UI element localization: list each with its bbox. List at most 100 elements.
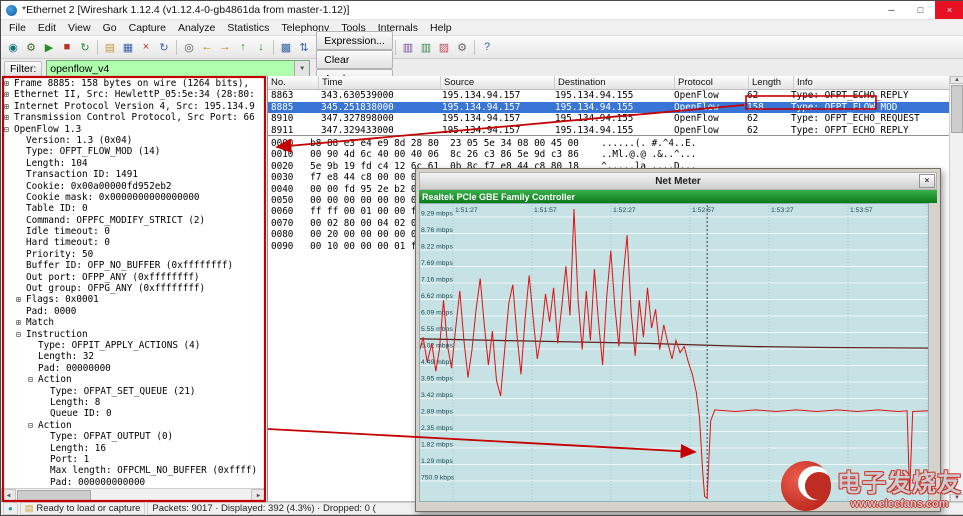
tree-node[interactable]: Max length: OFPCML_NO_BUFFER (0xffff)	[1, 465, 267, 476]
tree-node[interactable]: Priority: 50	[1, 249, 267, 260]
filter-dropdown-arrow[interactable]: ▼	[294, 61, 309, 77]
tree-node[interactable]: Out group: OFPG_ANY (0xffffffff)	[1, 283, 267, 294]
find-packet-icon[interactable]: ◎	[180, 38, 198, 56]
tree-node[interactable]: Queue ID: 0	[1, 408, 267, 419]
preferences-icon[interactable]: ⚙	[453, 38, 471, 56]
tree-node[interactable]: ⊞Transmission Control Protocol, Src Port…	[1, 112, 267, 123]
expander-icon[interactable]: ⊞	[4, 78, 14, 89]
expander-icon[interactable]: ⊟	[28, 420, 38, 431]
tree-node[interactable]: ⊟Instruction	[1, 329, 267, 340]
tree-node[interactable]: Length: 104	[1, 158, 267, 169]
tree-node[interactable]: Type: OFPAT_SET_QUEUE (21)	[1, 386, 267, 397]
tree-node[interactable]: ⊟Action	[1, 374, 267, 385]
capture-options-icon[interactable]: ⚙	[22, 38, 40, 56]
menu-statistics[interactable]: Statistics	[221, 20, 275, 35]
tree-node[interactable]: Out port: OFPP_ANY (0xffffffff)	[1, 272, 267, 283]
scroll-up-arrow[interactable]: ▲	[950, 76, 963, 84]
tree-node[interactable]: ⊞Internet Protocol Version 4, Src: 195.1…	[1, 101, 267, 112]
tree-node[interactable]: Idle timeout: 0	[1, 226, 267, 237]
go-top-icon[interactable]: ↑	[234, 38, 252, 56]
help-icon[interactable]: ?	[478, 38, 496, 56]
tree-node[interactable]: Pad: 000000000000	[1, 477, 267, 488]
tree-node[interactable]: ⊞Match	[1, 317, 267, 328]
column-header-destination[interactable]: Destination	[555, 76, 675, 89]
go-bottom-icon[interactable]: ↓	[252, 38, 270, 56]
tree-node[interactable]: Pad: 0000	[1, 306, 267, 317]
column-header-time[interactable]: Time	[319, 76, 441, 89]
menu-edit[interactable]: Edit	[32, 20, 62, 35]
clear-button[interactable]: Clear	[316, 50, 393, 69]
tree-node[interactable]: Cookie: 0x00a00000fd952eb2	[1, 181, 267, 192]
tree-node[interactable]: Transaction ID: 1491	[1, 169, 267, 180]
column-header-length[interactable]: Length	[749, 76, 794, 89]
vscroll-thumb[interactable]	[951, 85, 963, 133]
tree-node[interactable]: ⊟OpenFlow 1.3	[1, 124, 267, 135]
autoscroll-icon[interactable]: ⇅	[295, 38, 313, 56]
tree-node[interactable]: Hard timeout: 0	[1, 237, 267, 248]
hex-row[interactable]: 0010 00 90 4d 6c 40 00 40 06 8c 26 c3 86…	[271, 149, 950, 160]
filter-label[interactable]: Filter:	[4, 61, 42, 77]
save-capture-icon[interactable]: ▦	[119, 38, 137, 56]
menu-help[interactable]: Help	[424, 20, 458, 35]
tree-node[interactable]: Cookie mask: 0x0000000000000000	[1, 192, 267, 203]
expander-icon[interactable]: ⊟	[28, 374, 38, 385]
go-back-icon[interactable]: ←	[198, 38, 216, 56]
tree-node[interactable]: Type: OFPIT_APPLY_ACTIONS (4)	[1, 340, 267, 351]
coloring-rules-icon[interactable]: ▨	[435, 38, 453, 56]
packet-list-vscrollbar[interactable]: ▲ ▼	[949, 76, 963, 502]
capture-restart-icon[interactable]: ↻	[76, 38, 94, 56]
tree-node[interactable]: Port: 1	[1, 454, 267, 465]
expression-button[interactable]: Expression...	[316, 31, 393, 50]
capture-start-icon[interactable]: ▶	[40, 38, 58, 56]
tree-node[interactable]: Length: 16	[1, 443, 267, 454]
column-header-source[interactable]: Source	[441, 76, 555, 89]
colorize-icon[interactable]: ▩	[277, 38, 295, 56]
tree-node[interactable]: ⊞Ethernet II, Src: HewlettP_05:5e:34 (28…	[1, 89, 267, 100]
reload-capture-icon[interactable]: ↻	[155, 38, 173, 56]
tree-node[interactable]: Pad: 00000000	[1, 363, 267, 374]
hscroll-thumb[interactable]	[17, 490, 91, 501]
close-capture-icon[interactable]: ×	[137, 38, 155, 56]
expander-icon[interactable]: ⊞	[16, 294, 26, 305]
list-interfaces-icon[interactable]: ◉	[4, 38, 22, 56]
menu-file[interactable]: File	[3, 20, 32, 35]
packet-row-8863[interactable]: 8863343.630539000195.134.94.157195.134.9…	[268, 90, 950, 102]
tree-node[interactable]: ⊞Flags: 0x0001	[1, 294, 267, 305]
go-forward-icon[interactable]: →	[216, 38, 234, 56]
tree-node[interactable]: Version: 1.3 (0x04)	[1, 135, 267, 146]
tree-node[interactable]: Table ID: 0	[1, 203, 267, 214]
tree-node[interactable]: Type: OFPAT_OUTPUT (0)	[1, 431, 267, 442]
column-header-no[interactable]: No.	[268, 76, 319, 89]
menu-capture[interactable]: Capture	[123, 20, 172, 35]
open-capture-icon[interactable]: ▤	[101, 38, 119, 56]
tree-node[interactable]: Length: 32	[1, 351, 267, 362]
packet-row-8911[interactable]: 8911347.329433000195.134.94.157195.134.9…	[268, 125, 950, 136]
expert-info-button[interactable]: ●	[3, 502, 18, 515]
column-header-info[interactable]: Info	[794, 76, 950, 89]
tree-node[interactable]: Buffer ID: OFP_NO_BUFFER (0xffffffff)	[1, 260, 267, 271]
expander-icon[interactable]: ⊞	[4, 89, 14, 100]
maximize-button[interactable]: □	[906, 1, 935, 19]
expander-icon[interactable]: ⊞	[16, 317, 26, 328]
detail-hscrollbar[interactable]: ◀ ▶	[1, 488, 266, 502]
menu-go[interactable]: Go	[97, 20, 123, 35]
net-meter-titlebar[interactable]: Net Meter ×	[419, 172, 937, 190]
capture-filters-icon[interactable]: ▥	[399, 38, 417, 56]
menu-analyze[interactable]: Analyze	[172, 20, 221, 35]
menu-view[interactable]: View	[62, 20, 97, 35]
minimize-button[interactable]: ─	[877, 1, 906, 19]
display-filters-icon[interactable]: ▥	[417, 38, 435, 56]
hex-row[interactable]: 0000 b8 88 e3 e4 e9 8d 28 80 23 05 5e 34…	[271, 138, 950, 149]
expander-icon[interactable]: ⊞	[4, 112, 14, 123]
column-header-protocol[interactable]: Protocol	[675, 76, 749, 89]
tree-node[interactable]: ⊟Action	[1, 420, 267, 431]
packet-row-8885[interactable]: 8885345.251838000195.134.94.157195.134.9…	[268, 102, 950, 114]
expander-icon[interactable]: ⊞	[4, 101, 14, 112]
filter-input[interactable]	[47, 61, 294, 77]
tree-node[interactable]: Length: 8	[1, 397, 267, 408]
tree-node[interactable]: ⊞Frame 8885: 158 bytes on wire (1264 bit…	[1, 78, 267, 89]
tree-node[interactable]: Command: OFPFC_MODIFY_STRICT (2)	[1, 215, 267, 226]
expander-icon[interactable]: ⊟	[4, 124, 14, 135]
close-button[interactable]: ×	[935, 1, 963, 19]
tree-node[interactable]: Type: OFPT_FLOW_MOD (14)	[1, 146, 267, 157]
